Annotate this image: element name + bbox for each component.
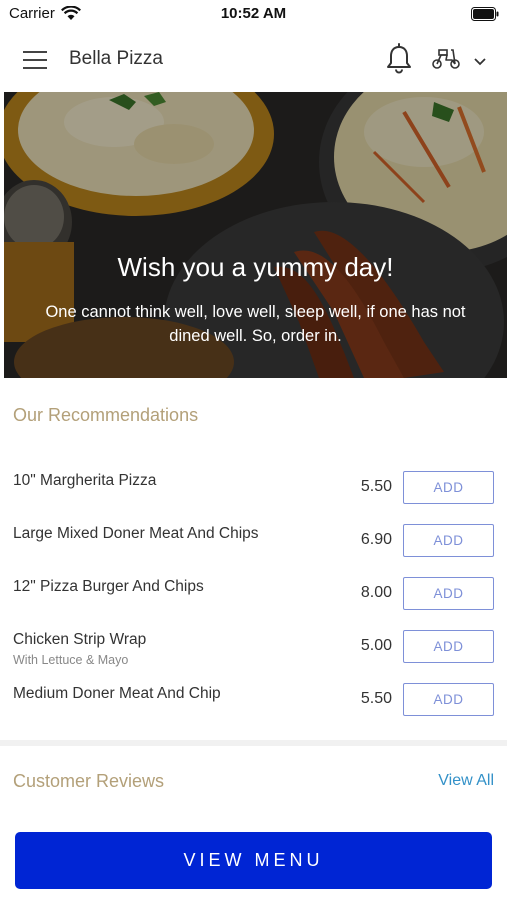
hero-subtitle: One cannot think well, love well, sleep … xyxy=(45,303,466,345)
view-menu-button[interactable]: VIEW MENU xyxy=(15,832,492,889)
add-button[interactable]: ADD xyxy=(403,683,494,716)
item-price: 6.90 xyxy=(360,531,392,548)
item-price: 5.00 xyxy=(360,637,392,654)
item-price: 5.50 xyxy=(360,478,392,495)
item-price: 5.50 xyxy=(360,690,392,707)
item-description: With Lettuce & Mayo xyxy=(13,653,129,667)
app-header: Bella Pizza xyxy=(0,28,507,92)
delivery-scooter-icon[interactable] xyxy=(431,46,461,75)
add-button[interactable]: ADD xyxy=(403,630,494,663)
add-button[interactable]: ADD xyxy=(403,577,494,610)
battery-icon xyxy=(471,7,499,26)
item-name: 12" Pizza Burger And Chips xyxy=(13,578,204,595)
item-name: 10" Margherita Pizza xyxy=(13,472,157,489)
view-all-reviews-link[interactable]: View All xyxy=(400,772,494,790)
add-button[interactable]: ADD xyxy=(403,524,494,557)
item-name: Large Mixed Doner Meat And Chips xyxy=(13,525,259,542)
customer-reviews-title: Customer Reviews xyxy=(13,771,165,791)
chevron-down-icon[interactable] xyxy=(473,54,487,72)
menu-item: Large Mixed Doner Meat And Chips 6.90 AD… xyxy=(0,524,507,565)
menu-item: Chicken Strip Wrap With Lettuce & Mayo 5… xyxy=(0,630,507,671)
add-button[interactable]: ADD xyxy=(403,471,494,504)
menu-item: 12" Pizza Burger And Chips 8.00 ADD xyxy=(0,577,507,618)
status-bar: Carrier 10:52 AM xyxy=(0,0,507,28)
restaurant-name: Bella Pizza xyxy=(69,48,163,69)
clock: 10:52 AM xyxy=(220,5,287,22)
menu-item: Medium Doner Meat And Chip 5.50 ADD xyxy=(0,683,507,725)
item-name: Chicken Strip Wrap xyxy=(13,631,147,648)
notification-bell-icon[interactable] xyxy=(386,42,412,79)
hamburger-menu-icon[interactable] xyxy=(22,48,48,72)
hero-title: Wish you a yummy day! xyxy=(117,252,394,282)
hero-banner: Wish you a yummy day! One cannot think w… xyxy=(4,92,507,378)
item-name: Medium Doner Meat And Chip xyxy=(13,685,221,702)
menu-item: 10" Margherita Pizza 5.50 ADD xyxy=(0,471,507,512)
section-divider xyxy=(0,740,507,746)
item-price: 8.00 xyxy=(360,584,392,601)
recommendations-title: Our Recommendations xyxy=(13,405,199,425)
